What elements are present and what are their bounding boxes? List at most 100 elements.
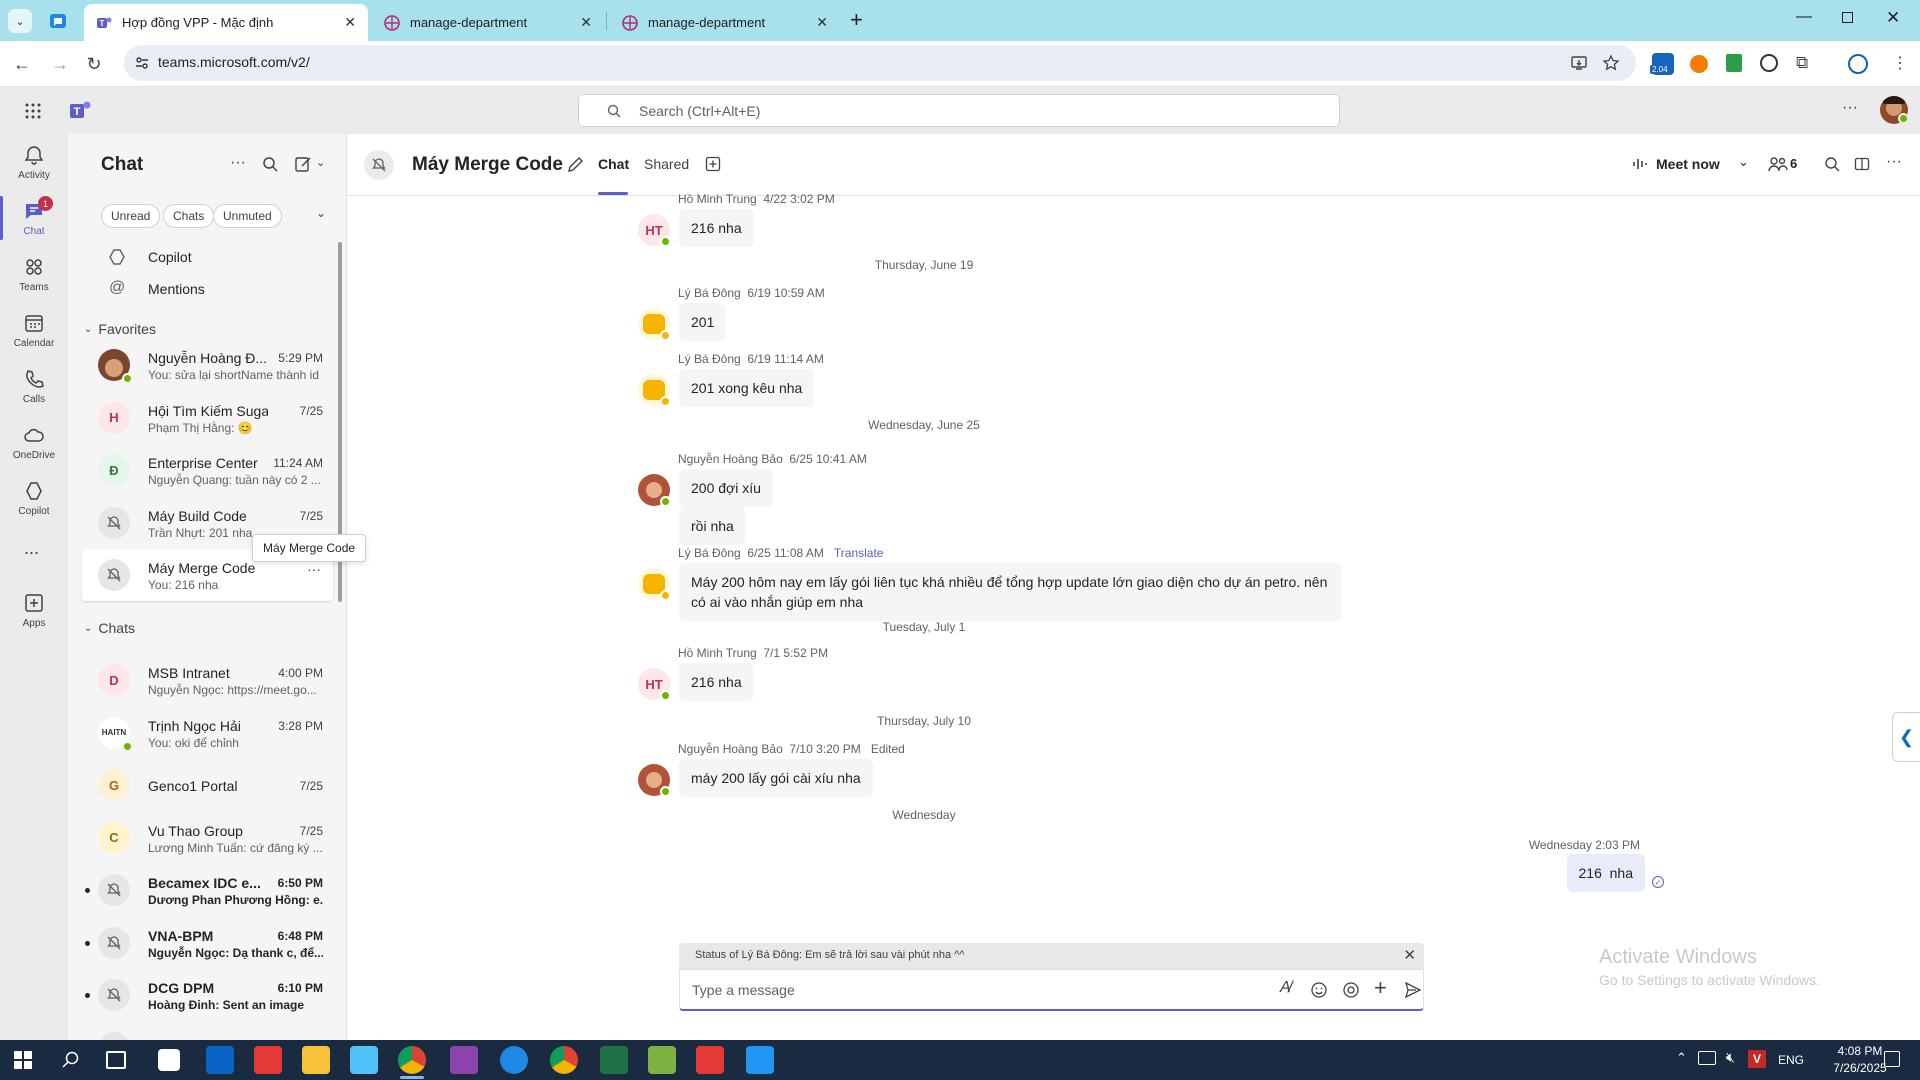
browser-tab-0[interactable]: T Hợp đồng VPP - Mặc định ✕ [84, 4, 368, 41]
close-window-button[interactable]: ✕ [1886, 8, 1900, 28]
app-launcher-icon[interactable] [24, 102, 42, 120]
minimize-button[interactable]: — [1796, 8, 1812, 26]
rail-calendar[interactable]: Calendar [0, 312, 68, 364]
rail-calls[interactable]: Calls [0, 368, 68, 420]
own-message-bubble[interactable]: 216 nha [1566, 854, 1645, 892]
attach-plus-icon[interactable]: + [1374, 975, 1387, 1001]
meet-now-button[interactable]: Meet now [1656, 156, 1720, 172]
favorite-chat-item[interactable]: Nguyễn Hoàng Đ... 5:29 PM You: sửa lại sho… [82, 339, 333, 391]
message-bubble[interactable]: 216 nha [679, 209, 754, 247]
chats-section-header[interactable]: ⌄ Chats [84, 620, 135, 636]
excel-icon[interactable] [600, 1046, 628, 1074]
notion-icon[interactable] [158, 1049, 180, 1071]
new-tab-button[interactable]: + [850, 8, 863, 32]
emoji-icon[interactable] [1310, 981, 1328, 999]
network-icon[interactable] [1698, 1051, 1716, 1065]
task-view-icon[interactable] [106, 1051, 126, 1069]
chrome-profile-icon[interactable] [550, 1046, 578, 1074]
address-bar[interactable]: teams.microsoft.com/v2/ [124, 45, 1636, 81]
chat-item-more-icon[interactable]: ··· [307, 561, 321, 577]
volume-icon[interactable]: 🔇︎ [1726, 1049, 1735, 1066]
rail-more-icon[interactable]: ... [24, 538, 39, 559]
clock-time[interactable]: 4:08 PM [1830, 1044, 1890, 1058]
back-button[interactable]: ← [10, 52, 34, 76]
close-icon[interactable]: ✕ [580, 14, 592, 31]
tray-chevron-up-icon[interactable]: ⌃ [1676, 1050, 1687, 1066]
participants-icon[interactable] [1768, 156, 1788, 172]
loop-icon[interactable] [1342, 981, 1360, 999]
rail-onedrive[interactable]: OneDrive [0, 424, 68, 476]
message-bubble[interactable]: rồi nha [679, 507, 746, 545]
notifications-icon[interactable] [1884, 1051, 1900, 1067]
restore-button[interactable] [1842, 12, 1853, 23]
extensions-puzzle-icon[interactable]: ⧉ [1796, 53, 1818, 75]
search-icon[interactable] [62, 1051, 80, 1069]
teams-search-box[interactable]: Search (Ctrl+Alt+E) [578, 94, 1340, 127]
language-indicator[interactable]: ENG [1778, 1053, 1804, 1067]
favorites-section-header[interactable]: ⌄ Favorites [84, 321, 156, 337]
browser-menu-icon[interactable]: ⋮ [1892, 53, 1908, 75]
star-icon[interactable] [1602, 54, 1620, 72]
chat-more-options-icon[interactable]: ··· [230, 154, 246, 172]
side-panel-toggle[interactable]: ❮ [1892, 712, 1920, 762]
chat-list-item[interactable]: Becamex IDC e... 6:50 PM Dương Phan Phương… [82, 864, 333, 916]
edit-icon[interactable] [566, 156, 584, 174]
chevron-down-icon[interactable]: ⌄ [316, 156, 325, 169]
extension-openai-icon[interactable] [1760, 54, 1778, 72]
outlook-icon[interactable] [206, 1046, 234, 1074]
message-bubble[interactable]: máy 200 lấy gói cài xíu nha [679, 759, 873, 797]
chat-list-item[interactable]: DCG DPM 6:10 PM Hoàng Đinh: Sent an image [82, 969, 333, 1021]
format-icon[interactable]: A̸ [1280, 979, 1291, 997]
more-options-icon[interactable]: ··· [1886, 153, 1902, 171]
rail-copilot[interactable]: Copilot [0, 480, 68, 532]
chat-filter-search-icon[interactable] [262, 156, 278, 172]
extension-orange-icon[interactable] [1690, 55, 1708, 73]
new-chat-icon[interactable] [294, 155, 312, 173]
teamviewer-icon[interactable] [500, 1046, 528, 1074]
settings-more-icon[interactable]: ··· [1842, 99, 1858, 117]
close-icon[interactable]: ✕ [816, 14, 828, 31]
profile-icon[interactable] [1848, 54, 1868, 74]
search-icon[interactable] [1824, 156, 1840, 172]
pinned-tab[interactable] [44, 8, 72, 34]
close-icon[interactable]: ✕ [344, 14, 356, 31]
tab-chat[interactable]: Chat [598, 156, 629, 172]
message-bubble[interactable]: 200 đợi xíu [679, 469, 773, 507]
message-bubble[interactable]: 201 xong kêu nha [679, 369, 815, 407]
tab-shared[interactable]: Shared [644, 156, 689, 172]
message-bubble[interactable]: 201 [679, 303, 727, 341]
file-explorer-icon[interactable] [302, 1046, 330, 1074]
browser-tab-2[interactable]: manage-department ✕ [372, 4, 604, 41]
rail-teams[interactable]: Teams [0, 256, 68, 308]
anydesk-icon[interactable] [254, 1046, 282, 1074]
visual-studio-icon[interactable] [450, 1046, 478, 1074]
chevron-down-icon[interactable]: ⌄ [1738, 154, 1749, 170]
anydesk-2-icon[interactable] [696, 1046, 724, 1074]
windows-start-icon[interactable] [14, 1051, 32, 1069]
rail-activity[interactable]: Activity [0, 144, 68, 196]
open-popout-icon[interactable] [1854, 156, 1870, 172]
install-app-icon[interactable] [1570, 54, 1588, 72]
compose-box[interactable]: Type a message A̸ + [679, 969, 1424, 1011]
chat-list-item[interactable]: D MSB Intranet 4:00 PM Nguyễn Ngọc: https:/… [82, 654, 333, 706]
add-tab-icon[interactable] [705, 156, 721, 172]
send-icon[interactable] [1404, 981, 1422, 999]
forward-button[interactable]: → [48, 52, 72, 76]
chrome-icon[interactable] [398, 1046, 426, 1074]
favorite-chat-item[interactable]: Đ Enterprise Center 11:24 AM Nguyễn Quang: … [82, 444, 333, 496]
message-bubble[interactable]: Máy 200 hôm nay em lấy gói liên tục khá … [679, 563, 1342, 621]
network-app-icon[interactable] [350, 1046, 378, 1074]
reload-button[interactable]: ↻ [82, 52, 106, 76]
extension-green-icon[interactable] [1726, 54, 1742, 72]
rail-chat[interactable]: Chat 1 [0, 196, 68, 252]
close-icon[interactable]: ✕ [1403, 946, 1416, 964]
rail-apps[interactable]: Apps [0, 592, 68, 644]
chat-list-item[interactable]: G Genco1 Portal 7/25 [82, 759, 333, 811]
translate-link[interactable]: Translate [834, 546, 884, 560]
chat-list-item[interactable]: VNA-BPM 6:48 PM Nguyễn Ngọc: Dạ thank c, đ… [82, 917, 333, 969]
notepad-plus-icon[interactable] [648, 1046, 676, 1074]
pinned-mentions-label[interactable]: Mentions [148, 281, 205, 297]
tab-search-button[interactable]: ⌄ [8, 9, 32, 33]
pinned-copilot[interactable] [82, 198, 333, 228]
download-extension-icon[interactable]: 2.04 [1650, 53, 1674, 75]
